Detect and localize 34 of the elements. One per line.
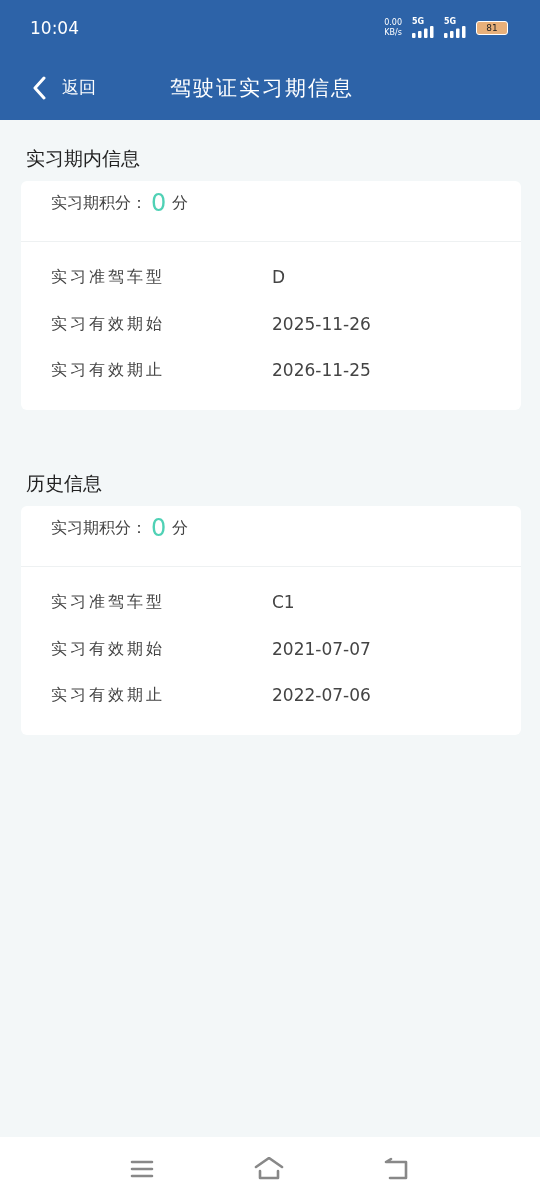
field-value: C1 (272, 592, 295, 612)
signal-icon (412, 26, 434, 38)
network-speed: 0.00 (384, 17, 402, 28)
field-value: 2025-11-26 (272, 314, 371, 334)
section-title: 实习期内信息 (25, 146, 141, 171)
battery-level: 81 (486, 22, 498, 33)
field-value: D (272, 267, 286, 287)
back-icon (32, 75, 46, 100)
network-type: 5G (412, 17, 425, 26)
field-label: 实习有效期始 (51, 313, 166, 335)
score-label: 实习期积分： (51, 192, 147, 214)
speed-unit: KB/s (384, 27, 402, 38)
home-icon[interactable] (254, 1156, 284, 1181)
back-icon[interactable] (384, 1156, 410, 1181)
field-value: 2021-07-07 (272, 639, 371, 659)
field-label: 实习有效期始 (51, 638, 166, 660)
page-title: 驾驶证实习期信息 (170, 74, 354, 102)
field-label: 实习有效期止 (51, 684, 166, 706)
score-value: 0 (151, 514, 167, 542)
signal-icon (444, 26, 466, 38)
field-label: 实习准驾车型 (51, 266, 166, 288)
score-value: 0 (151, 189, 167, 217)
field-value: 2026-11-25 (272, 360, 371, 380)
field-label: 实习有效期止 (51, 359, 166, 381)
section-title: 历史信息 (25, 471, 103, 496)
field-value: 2022-07-06 (272, 685, 371, 705)
status-time: 10:04 (30, 17, 79, 38)
score-unit: 分 (172, 192, 189, 214)
menu-icon[interactable] (130, 1158, 154, 1179)
network-type: 5G (444, 17, 457, 26)
back-button[interactable]: 返回 (32, 75, 170, 100)
field-label: 实习准驾车型 (51, 591, 166, 613)
score-unit: 分 (172, 517, 189, 539)
score-label: 实习期积分： (51, 517, 147, 539)
